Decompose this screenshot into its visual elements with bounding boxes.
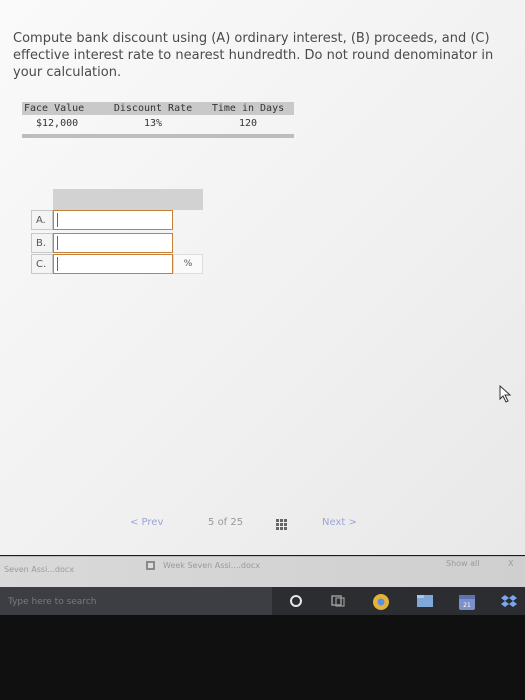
header-time-in-days: Time in Days	[211, 103, 285, 114]
cell-face-value: $12,000	[36, 118, 79, 129]
show-all-button[interactable]: Show all	[446, 559, 479, 568]
answer-input-c[interactable]	[53, 254, 173, 274]
given-data-table: Face Value Discount Rate Time in Days $1…	[22, 102, 294, 138]
page-indicator: 5 of 25	[208, 517, 243, 528]
percent-suffix: %	[173, 254, 203, 274]
prev-link[interactable]: < Prev	[130, 517, 163, 528]
table-divider	[22, 134, 294, 138]
monitor-bezel	[0, 615, 525, 700]
download-item-1[interactable]: Seven Assi...docx	[4, 565, 74, 574]
cell-time-in-days: 120	[238, 118, 258, 129]
download-item-2[interactable]: Week Seven Assi....docx	[146, 561, 260, 570]
page-total: 25	[230, 517, 244, 528]
question-navigation: < Prev 5 of 25 Next >	[0, 517, 525, 535]
dropbox-icon[interactable]	[500, 593, 518, 611]
cell-discount-rate: 13%	[143, 118, 163, 129]
browser-content: Compute bank discount using (A) ordinary…	[0, 0, 525, 555]
page-of: of	[217, 517, 228, 528]
taskbar-search-input[interactable]: Type here to search	[0, 587, 272, 615]
question-text: Compute bank discount using (A) ordinary…	[13, 31, 494, 80]
windows-taskbar: Type here to search 21	[0, 587, 525, 615]
answer-row-b: B.	[31, 233, 173, 253]
answer-header	[53, 189, 173, 210]
task-view-icon[interactable]	[330, 593, 346, 609]
downloads-bar: Seven Assi...docx Week Seven Assi....doc…	[0, 556, 525, 587]
answer-input-b[interactable]	[53, 233, 173, 253]
answer-input-a[interactable]	[53, 210, 173, 230]
answer-row-c: C. %	[31, 254, 203, 274]
word-doc-icon	[146, 561, 155, 570]
cortana-icon[interactable]	[288, 593, 304, 609]
answer-label-c: C.	[31, 254, 53, 274]
calendar-icon[interactable]: 21	[458, 593, 476, 611]
close-downloads-button[interactable]: X	[508, 559, 513, 568]
answer-label-a: A.	[31, 210, 53, 230]
page-current: 5	[208, 517, 215, 528]
answer-header-suffix	[173, 189, 203, 210]
header-face-value: Face Value	[24, 103, 85, 114]
given-table-header: Face Value Discount Rate Time in Days	[22, 102, 294, 115]
given-table-row: $12,000 13% 120	[22, 115, 294, 132]
chrome-icon[interactable]	[372, 593, 390, 611]
grid-icon[interactable]	[276, 519, 287, 530]
mouse-cursor-icon	[499, 385, 512, 403]
next-link[interactable]: Next >	[322, 517, 357, 528]
answer-row-a: A.	[31, 210, 173, 230]
answer-label-b: B.	[31, 233, 53, 253]
header-discount-rate: Discount Rate	[113, 103, 193, 114]
download-item-2-label: Week Seven Assi....docx	[163, 561, 261, 570]
file-explorer-icon[interactable]	[416, 593, 434, 609]
calendar-badge: 21	[463, 602, 471, 609]
